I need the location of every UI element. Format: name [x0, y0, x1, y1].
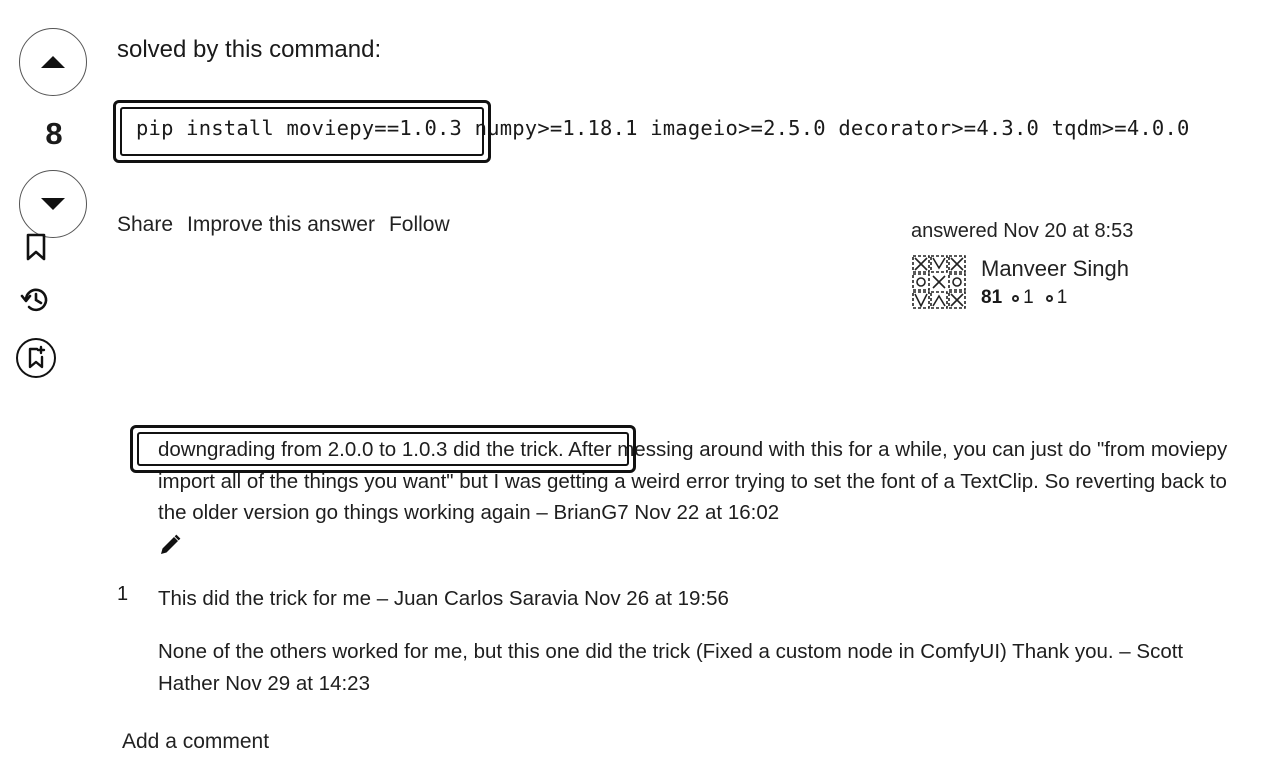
comment-item: 1 This did the trick for me – Juan Carlo… [117, 583, 1237, 615]
improve-answer-link[interactable]: Improve this answer [187, 213, 375, 237]
comment-item: downgrading from 2.0.0 to 1.0.3 did the … [117, 434, 1237, 560]
vote-count: 8 [45, 116, 63, 151]
comment-dash: – [371, 587, 394, 610]
comment-text: This did the trick for me [158, 587, 372, 610]
answer-intro-text: solved by this command: [117, 36, 382, 63]
follow-link[interactable]: Follow [389, 213, 450, 237]
comment-date: Nov 29 at 14:23 [225, 671, 370, 695]
reputation-score: 81 [981, 287, 1003, 308]
reputation-row: 81 1 1 [981, 287, 1079, 309]
pencil-icon[interactable] [158, 533, 182, 557]
downvote-button[interactable] [19, 170, 87, 238]
comment-dash: – [1113, 640, 1137, 663]
comment-date: Nov 26 at 19:56 [584, 587, 729, 610]
comment-body: This did the trick for me – Juan Carlos … [158, 583, 1237, 615]
post-actions: Share Improve this answer Follow [117, 213, 450, 237]
add-comment-link[interactable]: Add a comment [122, 730, 269, 754]
history-button[interactable] [20, 284, 52, 316]
bronze-badge-count: 1 [1056, 287, 1068, 308]
bronze-badge-icon [1045, 294, 1053, 302]
comment-author-link[interactable]: BrianG7 [553, 501, 628, 524]
history-icon [20, 288, 48, 312]
comment-text: None of the others worked for me, but th… [158, 640, 1114, 663]
bookmark-icon [26, 233, 46, 261]
comment-dash: – [530, 501, 554, 524]
triangle-up-icon [41, 56, 65, 68]
user-signature: answered Nov 20 at 8:53 Manveer Singh 81… [911, 220, 1134, 309]
silver-badge-icon [1012, 294, 1020, 302]
answered-timestamp: answered Nov 20 at 8:53 [911, 220, 1134, 242]
comment-score: 1 [117, 583, 129, 605]
avatar[interactable] [911, 254, 967, 310]
triangle-down-icon [41, 198, 65, 210]
bookmark-plus-icon [16, 338, 56, 378]
user-card: Manveer Singh 81 1 1 [911, 254, 1171, 310]
comment-author-link[interactable]: Juan Carlos Saravia [394, 587, 579, 610]
comment-date: Nov 22 at 16:02 [634, 501, 780, 524]
comment-item: None of the others worked for me, but th… [117, 636, 1237, 699]
comment-body: downgrading from 2.0.0 to 1.0.3 did the … [158, 434, 1237, 560]
comment-body: None of the others worked for me, but th… [158, 636, 1237, 699]
bookmark-button[interactable] [24, 232, 48, 262]
comments-list: downgrading from 2.0.0 to 1.0.3 did the … [117, 434, 1237, 695]
user-name-link[interactable]: Manveer Singh [981, 256, 1129, 282]
share-link[interactable]: Share [117, 213, 173, 237]
upvote-button[interactable] [19, 28, 87, 96]
silver-badge-count: 1 [1023, 287, 1034, 308]
command-code: pip install moviepy==1.0.3 numpy>=1.18.1… [136, 116, 1190, 140]
save-answer-button[interactable] [15, 337, 57, 379]
